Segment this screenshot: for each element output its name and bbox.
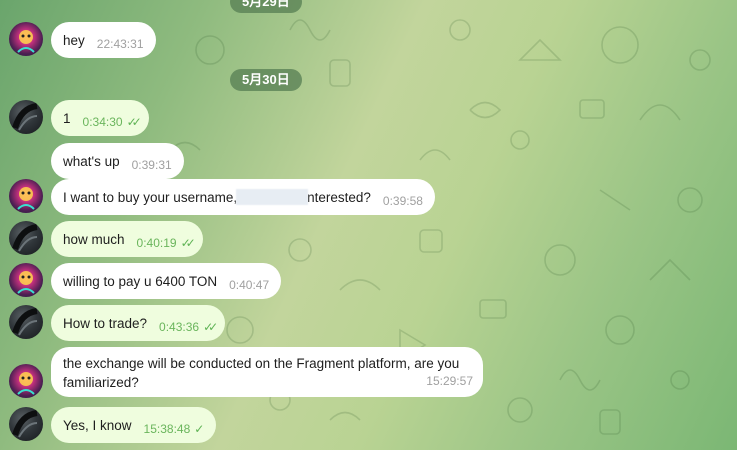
avatar[interactable]: [9, 179, 43, 213]
avatar-image-icon: [17, 30, 35, 53]
avatar[interactable]: [9, 100, 43, 134]
message-text: hey: [63, 32, 85, 48]
double-check-icon: ✓✓: [180, 236, 196, 250]
single-check-icon: ✓: [194, 422, 205, 436]
date-separator: 5月30日: [230, 69, 302, 91]
message-text: willing to pay u 6400 TON: [63, 273, 218, 289]
message-time: 0:39:58: [382, 194, 423, 208]
avatar-image-icon: [12, 308, 38, 336]
avatar-image-icon: [12, 410, 38, 438]
message-bubble[interactable]: I want to buy your username, nterested? …: [51, 179, 435, 215]
double-check-icon: ✓✓: [203, 320, 218, 334]
message-text: 1: [63, 110, 71, 126]
message-bubble[interactable]: 1 0:34:30 ✓✓: [51, 100, 149, 136]
avatar-image-icon: [17, 187, 35, 210]
message-text: the exchange will be conducted on the Fr…: [63, 356, 460, 371]
avatar[interactable]: [9, 221, 43, 255]
avatar[interactable]: [9, 263, 43, 297]
date-separator: 5月29日: [230, 0, 302, 13]
message-bubble[interactable]: hey 22:43:31: [51, 22, 156, 58]
avatar[interactable]: [9, 407, 43, 441]
message-text: what's up: [63, 153, 120, 169]
message-bubble[interactable]: how much 0:40:19 ✓✓: [51, 221, 203, 257]
message-time: 0:40:47: [229, 278, 270, 292]
avatar[interactable]: [9, 22, 43, 56]
redacted-username: [236, 189, 309, 205]
message-text: nterested?: [307, 189, 371, 205]
message-bubble[interactable]: willing to pay u 6400 TON 0:40:47: [51, 263, 282, 299]
message-time: 0:43:36: [159, 320, 200, 334]
message-text: How to trade?: [63, 315, 148, 331]
message-bubble[interactable]: the exchange will be conducted on the Fr…: [51, 347, 483, 397]
message-text: how much: [63, 231, 125, 247]
message-time: 22:43:31: [96, 37, 144, 51]
avatar[interactable]: [9, 364, 43, 398]
message-time: 15:38:48: [143, 422, 191, 436]
avatar-image-icon: [17, 271, 35, 294]
avatar-image-icon: [12, 224, 38, 252]
message-time: 15:29:57: [426, 374, 473, 388]
message-bubble[interactable]: How to trade? 0:43:36 ✓✓: [51, 305, 226, 341]
message-time: 0:40:19: [136, 236, 177, 250]
message-bubble[interactable]: Yes, I know 15:38:48 ✓: [51, 407, 217, 443]
message-time: 0:34:30: [82, 115, 123, 129]
message-text: Yes, I know: [63, 417, 132, 433]
message-time: 0:39:31: [131, 158, 172, 172]
avatar-image-icon: [17, 372, 35, 395]
message-text: familiarized?: [63, 375, 139, 390]
message-text: I want to buy your username,: [63, 189, 238, 205]
avatar-image-icon: [12, 103, 38, 131]
double-check-icon: ✓✓: [126, 115, 142, 129]
avatar[interactable]: [9, 305, 43, 339]
message-bubble[interactable]: what's up 0:39:31: [51, 143, 184, 179]
